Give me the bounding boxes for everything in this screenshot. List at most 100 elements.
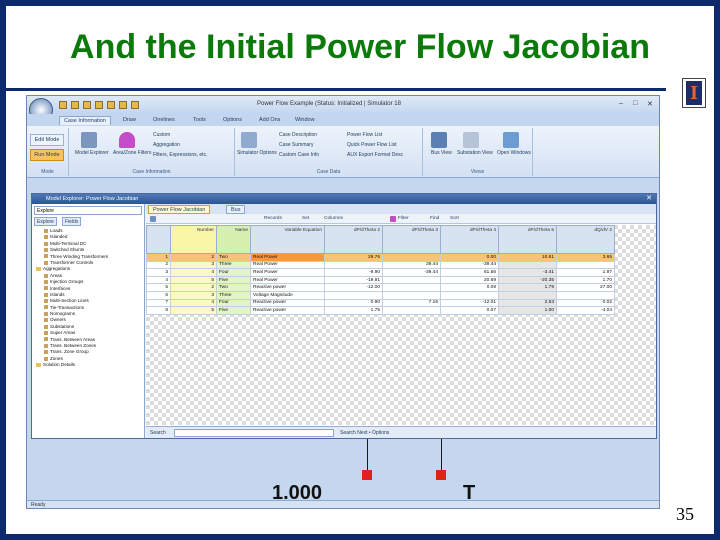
quick-access-print-icon[interactable] — [107, 101, 115, 109]
cell-value[interactable]: 61.56 — [440, 268, 499, 277]
columns-menu[interactable]: Columns — [324, 216, 343, 221]
tab-case-information[interactable]: Case Information — [59, 116, 111, 125]
cell-name[interactable]: Three — [216, 290, 251, 300]
cell-value[interactable]: -19.91 — [324, 275, 383, 285]
filters-button[interactable]: Filters, Expressions, etc. — [153, 152, 207, 158]
cell-value[interactable]: 1.70 — [556, 275, 615, 285]
cell-number[interactable]: 4 — [170, 268, 217, 277]
area-zone-filters-button[interactable]: Area/Zone Filters — [113, 150, 151, 156]
cell-value[interactable]: 0.09 — [440, 283, 499, 292]
cell-number[interactable]: 4 — [170, 298, 217, 308]
cell-value[interactable]: 10.81 — [498, 253, 557, 262]
cell-value[interactable]: 1.79 — [498, 283, 557, 292]
cell-value[interactable]: -20.35 — [498, 275, 557, 285]
cell-value[interactable] — [382, 306, 441, 315]
custom-button[interactable]: Custom — [153, 132, 170, 138]
table-row[interactable]: 3 4 Four Real Power -9.90 -39.44 61.56 -… — [146, 268, 615, 277]
cell-name[interactable]: Two — [216, 253, 251, 262]
tab-options[interactable]: Options — [219, 116, 246, 124]
find-button[interactable]: Find — [430, 216, 439, 221]
cell-number[interactable]: 3 — [170, 260, 217, 270]
cell-name[interactable]: Four — [216, 268, 251, 277]
cell-equation[interactable]: Reactive power — [250, 283, 325, 292]
aggregation-button[interactable]: Aggregation — [153, 142, 180, 148]
cell-value[interactable] — [440, 290, 499, 300]
column-header[interactable]: Variable Equation — [250, 225, 325, 254]
table-row[interactable]: 2 3 Three Real Power 39.44 -39.44 — [146, 260, 615, 270]
explore-combo[interactable]: Explore — [34, 206, 142, 215]
tab-power-flow-jacobian[interactable]: Power Flow Jacobian — [148, 205, 211, 214]
edit-mode-button[interactable]: Edit Mode — [30, 134, 64, 146]
column-header[interactable]: dQ/dV 2 — [556, 225, 615, 254]
cell-value[interactable] — [556, 260, 615, 270]
cell-value[interactable] — [498, 290, 557, 300]
cell-value[interactable] — [324, 260, 383, 270]
cell-name[interactable]: Two — [216, 283, 251, 292]
tab-add-ons[interactable]: Add Ons — [255, 116, 284, 124]
table-row[interactable]: 1 2 Two Real Power 29.76 0.00 10.81 3.65 — [146, 253, 615, 262]
column-header[interactable]: dP/dTheta 3 — [382, 225, 441, 254]
cell-value[interactable]: 20.69 — [440, 275, 499, 285]
cell-name[interactable]: Three — [216, 260, 251, 270]
power-flow-list-button[interactable]: Power Flow List — [347, 132, 382, 138]
tab-explore[interactable]: Explore — [34, 217, 57, 226]
close-window-icon[interactable]: ✕ — [647, 100, 653, 108]
cell-value[interactable] — [382, 283, 441, 292]
cell-name[interactable]: Four — [216, 298, 251, 308]
minimize-icon[interactable]: – — [619, 100, 623, 107]
bus-view-icon[interactable] — [431, 132, 447, 148]
cell-value[interactable]: -39.44 — [440, 260, 499, 270]
cell-name[interactable]: Five — [216, 275, 251, 285]
set-menu[interactable]: Set — [302, 216, 309, 221]
cell-equation[interactable]: Real Power — [250, 260, 325, 270]
cell-value[interactable]: -39.44 — [382, 268, 441, 277]
custom-case-info-button[interactable]: Custom Case Info — [279, 152, 319, 158]
table-row[interactable]: 6 3 Three Voltage Magnitude — [146, 290, 615, 300]
case-summary-button[interactable]: Case Summary — [279, 142, 313, 148]
open-windows-icon[interactable] — [503, 132, 519, 148]
tab-window[interactable]: Window — [291, 116, 319, 124]
cell-value[interactable]: -9.90 — [324, 268, 383, 277]
quick-access-undo-icon[interactable] — [83, 101, 91, 109]
cell-value[interactable]: 1.00 — [498, 306, 557, 315]
cell-equation[interactable]: Real Power — [250, 253, 325, 262]
tab-tools[interactable]: Tools — [189, 116, 210, 124]
cell-value[interactable] — [382, 275, 441, 285]
cell-value[interactable]: 2.53 — [498, 298, 557, 308]
cell-value[interactable]: 7.16 — [382, 298, 441, 308]
grid-options-icon[interactable] — [150, 216, 156, 222]
cell-equation[interactable]: Reactive power — [250, 298, 325, 308]
cell-value[interactable] — [556, 290, 615, 300]
cell-value[interactable]: 1.75 — [324, 306, 383, 315]
cell-value[interactable]: 1.97 — [556, 268, 615, 277]
substation-view-icon[interactable] — [463, 132, 479, 148]
tab-fields[interactable]: Fields — [62, 217, 82, 226]
table-row[interactable]: 5 2 Two Reactive power -12.00 0.09 1.79 … — [146, 283, 615, 292]
cell-number[interactable]: 5 — [170, 275, 217, 285]
simulator-options-button[interactable]: Simulator Options — [237, 150, 277, 156]
breaker-closed-icon[interactable] — [436, 470, 446, 480]
cell-value[interactable]: -4.04 — [556, 306, 615, 315]
tab-draw[interactable]: Draw — [119, 116, 140, 124]
model-explorer-button[interactable]: Model Explorer — [75, 150, 109, 156]
column-header[interactable]: Number — [170, 225, 217, 254]
cell-value[interactable]: 3.65 — [556, 253, 615, 262]
quick-access-open-icon[interactable] — [71, 101, 79, 109]
breaker-closed-icon[interactable] — [362, 470, 372, 480]
explorer-close-icon[interactable]: ✕ — [646, 194, 652, 204]
run-mode-button[interactable]: Run Mode — [30, 149, 64, 161]
search-options-label[interactable]: Options — [372, 430, 389, 436]
cell-value[interactable] — [382, 290, 441, 300]
cell-equation[interactable]: Voltage Magnitude — [250, 290, 325, 300]
model-explorer-icon[interactable] — [81, 132, 97, 148]
table-row[interactable]: 7 4 Four Reactive power 0.90 7.16 -12.01… — [146, 298, 615, 308]
quick-power-flow-list-button[interactable]: Quick Power Flow List — [347, 142, 396, 148]
table-row[interactable]: 4 5 Five Real Power -19.91 20.69 -20.35 … — [146, 275, 615, 285]
search-input[interactable] — [174, 429, 334, 437]
cell-equation[interactable]: Reactive power — [250, 306, 325, 315]
cell-equation[interactable]: Real Power — [250, 275, 325, 285]
records-menu[interactable]: Records — [264, 216, 282, 221]
open-windows-button[interactable]: Open Windows — [497, 150, 531, 156]
substation-view-button[interactable]: Substation View — [457, 150, 493, 156]
cell-number[interactable]: 5 — [170, 306, 217, 315]
